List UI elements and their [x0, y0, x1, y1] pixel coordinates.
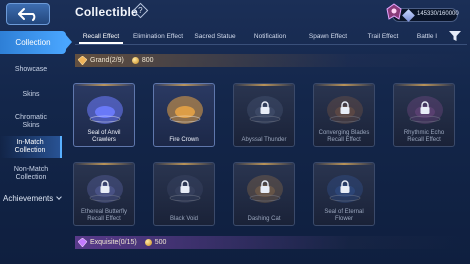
effect-card[interactable]: Rhythmic Echo Recall Effect [393, 83, 455, 147]
sidebar-item-chromatic-skins[interactable]: Chromatic Skins [0, 114, 62, 130]
tab-trail-effect[interactable]: Trail Effect [357, 29, 409, 44]
effect-card[interactable]: Seal of Eternal Flower [313, 162, 375, 226]
effect-preview-image [167, 96, 203, 124]
effect-card[interactable]: Converging Blades Recall Effect [313, 83, 375, 147]
sidebar-item-in-match-collection[interactable]: In-Match Collection [0, 136, 62, 158]
card-frame-accent [234, 163, 294, 165]
back-button[interactable] [6, 3, 50, 25]
tab-notification[interactable]: Notification [241, 29, 299, 44]
effect-card[interactable]: Ethereal Butterfly Recall Effect [73, 162, 135, 226]
grand-group-points: 800 [141, 57, 154, 64]
effect-card-name: Rhythmic Echo Recall Effect [403, 130, 445, 143]
effect-card-name: Seal of Anvil Crawlers [87, 130, 121, 143]
grand-tier-icon [78, 56, 87, 65]
effect-card-name: Fire Crown [169, 137, 199, 143]
sidebar: Collection Showcase Skins Chromatic Skin… [0, 28, 72, 264]
points-icon [131, 57, 139, 64]
effect-card-name: Dashing Cat [247, 216, 281, 222]
sidebar-section-achievements[interactable]: Achievements [0, 194, 63, 203]
effect-card-name: Converging Blades Recall Effect [318, 130, 370, 143]
help-glyph: ? [138, 5, 143, 15]
exquisite-group-points: 500 [154, 239, 167, 246]
effect-preview-image [87, 96, 123, 124]
effect-card-name: Seal of Eternal Flower [324, 209, 364, 222]
effect-card[interactable]: Black Void [153, 162, 215, 226]
tab-spawn-effect[interactable]: Spawn Effect [299, 29, 357, 44]
exquisite-tier-icon [78, 238, 87, 247]
tab-battle[interactable]: Battle I [409, 29, 445, 44]
tab-recall-effect[interactable]: Recall Effect [75, 29, 127, 44]
sidebar-item-skins[interactable]: Skins [0, 91, 62, 99]
lock-icon [260, 101, 270, 114]
effect-card-name: Ethereal Butterfly Recall Effect [80, 209, 128, 222]
sidebar-section-achievements-label: Achievements [3, 194, 54, 203]
effect-card[interactable]: Dashing Cat [233, 162, 295, 226]
effect-card[interactable]: Seal of Anvil Crawlers [73, 83, 135, 147]
category-tabs: Recall Effect Elimination Effect Sacred … [75, 29, 445, 44]
collectible-screen: Collectible ? 145330/160000 Collection S… [0, 0, 470, 264]
sidebar-item-showcase[interactable]: Showcase [0, 66, 62, 74]
collection-progress-value: 145330/160000 [417, 11, 459, 17]
card-frame-accent [234, 84, 294, 86]
chevron-down-icon [56, 194, 63, 200]
card-frame-accent [154, 163, 214, 165]
tab-sacred-statue[interactable]: Sacred Statue [189, 29, 241, 44]
exquisite-group-label: Exquisite(0/15) [90, 239, 137, 246]
sidebar-item-non-match-collection[interactable]: Non-Match Collection [0, 166, 62, 182]
effect-card-name: Black Void [169, 216, 199, 222]
card-frame-accent [74, 84, 134, 86]
card-frame-accent [154, 84, 214, 86]
lock-icon [260, 180, 270, 193]
sidebar-section-collection[interactable]: Collection [0, 31, 72, 54]
grand-group-label: Grand(2/9) [90, 57, 124, 64]
tabs-divider [75, 44, 467, 45]
collector-emblem-icon [386, 3, 402, 20]
collection-points-icon [402, 9, 415, 22]
card-frame-accent [394, 84, 454, 86]
effect-card-name: Abyssal Thunder [241, 137, 287, 143]
effect-card[interactable]: Fire Crown [153, 83, 215, 147]
lock-icon [340, 180, 350, 193]
lock-icon [180, 180, 190, 193]
lock-icon [340, 101, 350, 114]
effect-card[interactable]: Abyssal Thunder [233, 83, 295, 147]
card-frame-accent [314, 163, 374, 165]
card-frame-accent [314, 84, 374, 86]
tab-elimination-effect[interactable]: Elimination Effect [127, 29, 189, 44]
lock-icon [100, 180, 110, 193]
exquisite-group-header: Exquisite(0/15) 500 [75, 236, 467, 249]
grand-group-header: Grand(2/9) 800 [75, 54, 467, 67]
page-title: Collectible [75, 5, 138, 19]
lock-icon [420, 101, 430, 114]
filter-icon[interactable] [449, 31, 461, 41]
back-arrow-icon [18, 8, 36, 21]
points-icon [144, 239, 152, 246]
card-frame-accent [74, 163, 134, 165]
